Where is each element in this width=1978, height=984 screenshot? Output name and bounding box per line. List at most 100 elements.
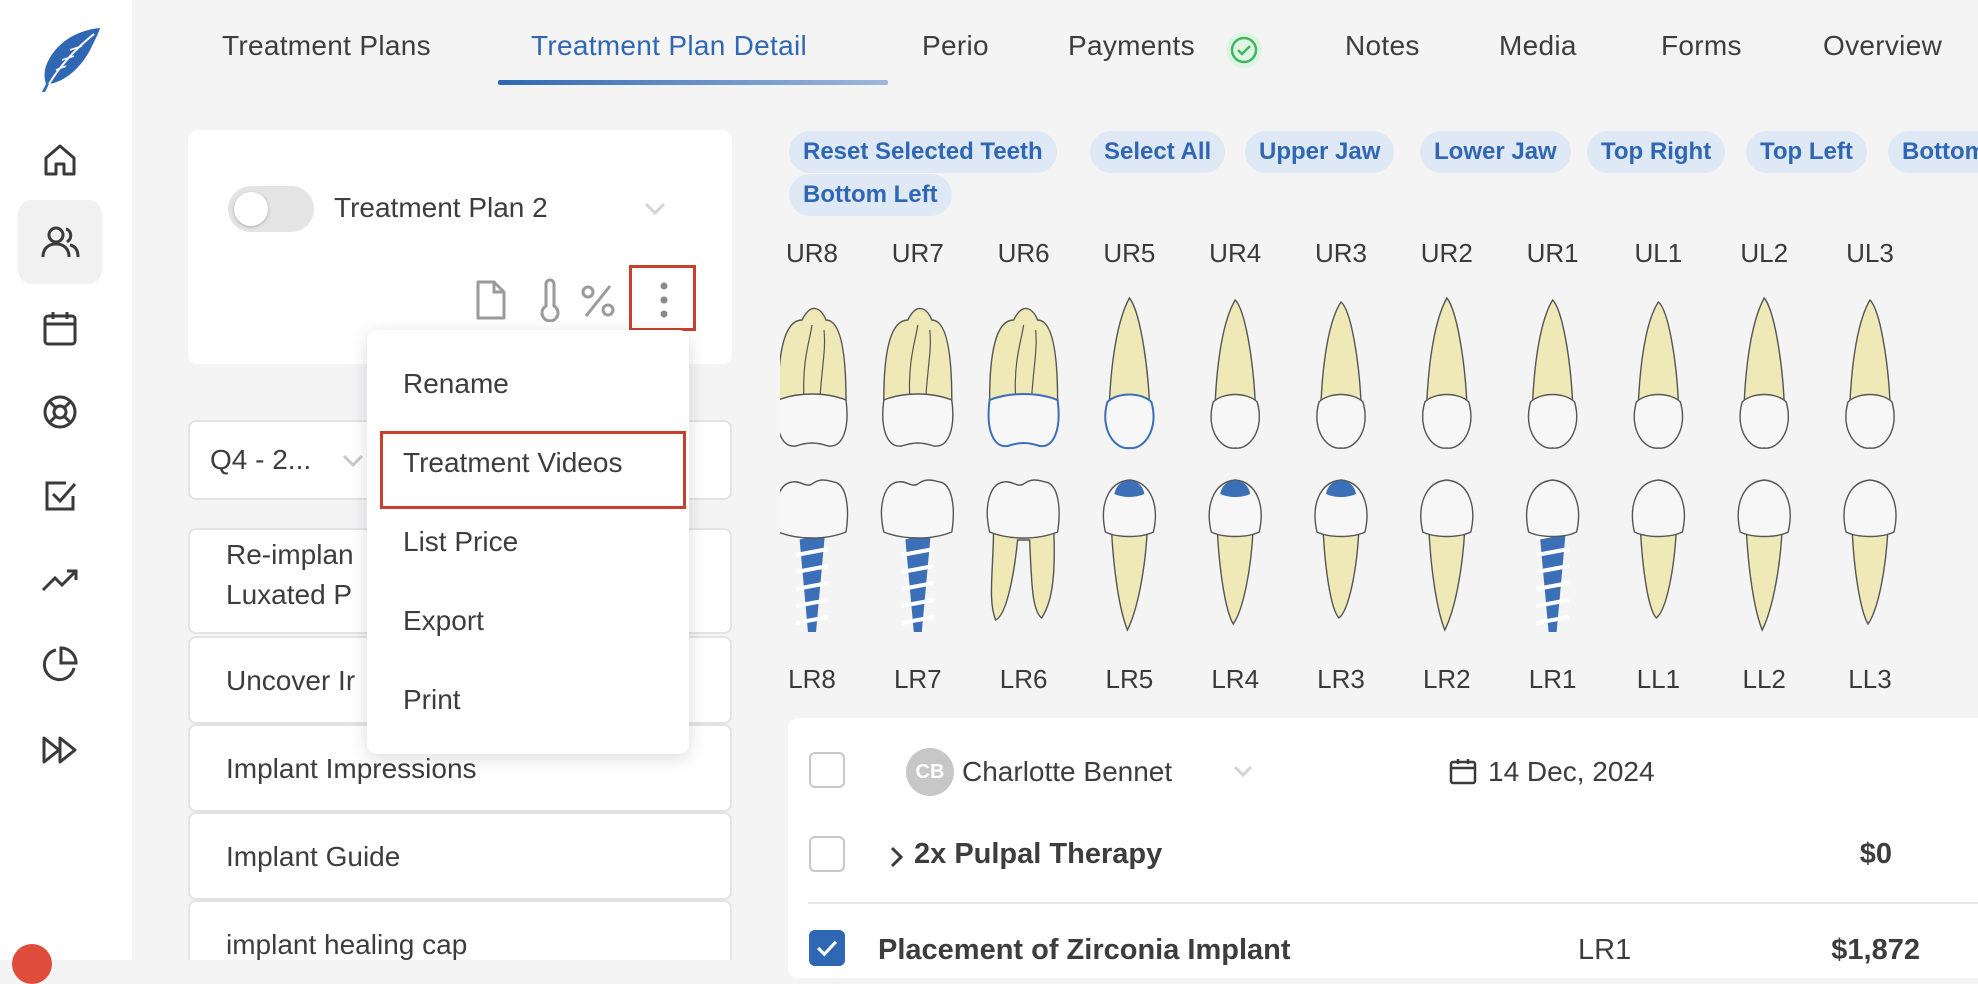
procedure-item[interactable]: implant healing cap <box>188 900 732 960</box>
tooth-ur8[interactable] <box>780 307 848 447</box>
row-divider <box>808 902 1978 904</box>
plan-name[interactable]: Treatment Plan 2 <box>334 192 548 224</box>
tooth-ul1[interactable] <box>1633 300 1684 449</box>
tooth-label-lr1[interactable]: LR1 <box>1508 664 1598 695</box>
tab-perio[interactable]: Perio <box>922 30 989 62</box>
feather-logo-icon[interactable] <box>36 26 104 94</box>
menu-item-export[interactable]: Export <box>403 605 484 637</box>
tooth-label-ur8[interactable]: UR8 <box>767 238 857 269</box>
document-icon[interactable] <box>470 278 510 322</box>
tooth-ul2[interactable] <box>1739 296 1789 449</box>
menu-item-list-price[interactable]: List Price <box>403 526 518 558</box>
tooth-ur3[interactable] <box>1316 300 1366 449</box>
tab-overview[interactable]: Overview <box>1823 30 1942 62</box>
row-checkbox[interactable] <box>809 836 845 872</box>
procedure-item[interactable]: Implant Guide <box>188 812 732 900</box>
chip-lower-jaw[interactable]: Lower Jaw <box>1420 131 1571 173</box>
calendar-icon <box>43 312 77 346</box>
menu-item-rename[interactable]: Rename <box>403 368 509 400</box>
procedure-price: $0 <box>1859 838 1892 870</box>
fast-forward-icon <box>42 736 77 764</box>
tooth-label-ll3[interactable]: LL3 <box>1825 664 1915 695</box>
tooth-label-ur2[interactable]: UR2 <box>1402 238 1492 269</box>
tooth-label-ur1[interactable]: UR1 <box>1508 238 1598 269</box>
tooth-ur5[interactable] <box>1104 296 1155 450</box>
tab-media[interactable]: Media <box>1499 30 1577 62</box>
calendar-icon[interactable] <box>1448 756 1478 786</box>
nav-analytics[interactable] <box>18 538 102 622</box>
tooth-label-lr5[interactable]: LR5 <box>1084 664 1174 695</box>
tooth-ur1[interactable] <box>1527 298 1578 449</box>
tooth-label-lr7[interactable]: LR7 <box>873 664 963 695</box>
tooth-label-ur4[interactable]: UR4 <box>1190 238 1280 269</box>
tooth-ur7[interactable] <box>882 307 954 447</box>
chip-select-all[interactable]: Select All <box>1090 131 1226 173</box>
tooth-label-ul1[interactable]: UL1 <box>1613 238 1703 269</box>
select-all-checkbox[interactable] <box>809 752 845 788</box>
tooth-lr2[interactable] <box>1420 479 1474 632</box>
nav-automation[interactable] <box>18 708 102 792</box>
nav-home[interactable] <box>18 118 102 202</box>
chip-upper-jaw[interactable]: Upper Jaw <box>1245 131 1395 173</box>
nav-support[interactable] <box>18 370 102 454</box>
tab-treatment-plan-detail[interactable]: Treatment Plan Detail <box>531 30 807 62</box>
tab-treatment-plans[interactable]: Treatment Plans <box>222 30 431 62</box>
tooth-ur2[interactable] <box>1422 296 1472 449</box>
tooth-ul3[interactable] <box>1845 298 1895 449</box>
tooth-chart[interactable] <box>780 270 1978 650</box>
tooth-ll1[interactable] <box>1631 479 1686 619</box>
tooth-label-ll2[interactable]: LL2 <box>1719 664 1809 695</box>
tooth-lr6[interactable] <box>986 479 1060 621</box>
provider-name[interactable]: Charlotte Bennet <box>962 756 1172 788</box>
tooth-label-ur5[interactable]: UR5 <box>1084 238 1174 269</box>
tooth-label-lr6[interactable]: LR6 <box>979 664 1069 695</box>
tooth-label-ul2[interactable]: UL2 <box>1719 238 1809 269</box>
tooth-label-ur3[interactable]: UR3 <box>1296 238 1386 269</box>
tooth-ll2[interactable] <box>1737 479 1791 632</box>
tooth-lr8[interactable] <box>780 479 849 632</box>
chevron-right-icon[interactable] <box>886 842 908 872</box>
chip-reset-selected-teeth[interactable]: Reset Selected Teeth <box>789 131 1057 173</box>
tooth-lr3[interactable] <box>1314 479 1368 619</box>
procedure-name[interactable]: Placement of Zirconia Implant <box>878 934 1291 967</box>
chip-top-right[interactable]: Top Right <box>1587 131 1726 173</box>
pie-chart-icon <box>42 646 78 682</box>
tooth-ll3[interactable] <box>1843 479 1897 626</box>
tooth-label-lr3[interactable]: LR3 <box>1296 664 1386 695</box>
menu-item-print[interactable]: Print <box>403 684 461 716</box>
tooth-ur6[interactable] <box>987 307 1060 448</box>
chevron-down-icon[interactable] <box>338 448 368 472</box>
notification-badge[interactable] <box>12 944 52 984</box>
plan-date[interactable]: 14 Dec, 2024 <box>1488 756 1655 788</box>
nav-tasks[interactable] <box>18 454 102 538</box>
chip-top-left[interactable]: Top Left <box>1746 131 1867 173</box>
tooth-label-ur6[interactable]: UR6 <box>979 238 1069 269</box>
tooth-label-lr2[interactable]: LR2 <box>1402 664 1492 695</box>
tab-notes[interactable]: Notes <box>1345 30 1420 62</box>
nav-reports[interactable] <box>18 622 102 706</box>
plan-toggle[interactable] <box>228 186 314 232</box>
nav-calendar[interactable] <box>18 286 102 370</box>
row-checkbox-checked[interactable] <box>809 930 845 966</box>
chevron-down-icon[interactable] <box>1230 760 1256 782</box>
tooth-lr4[interactable] <box>1208 479 1262 626</box>
tooth-label-lr4[interactable]: LR4 <box>1190 664 1280 695</box>
tooth-ur4[interactable] <box>1210 298 1260 449</box>
chip-bottom-left[interactable]: Bottom Left <box>789 174 952 216</box>
nav-patients[interactable] <box>18 200 102 284</box>
checkbox-icon <box>45 481 77 511</box>
chip-bottom[interactable]: Bottom <box>1888 131 1978 173</box>
thermometer-icon[interactable] <box>530 278 570 322</box>
tooth-lr7[interactable] <box>880 479 954 632</box>
tab-payments[interactable]: Payments <box>1068 30 1195 62</box>
tooth-label-ur7[interactable]: UR7 <box>873 238 963 269</box>
tooth-lr5[interactable] <box>1102 479 1157 632</box>
tooth-label-lr8[interactable]: LR8 <box>767 664 857 695</box>
tab-forms[interactable]: Forms <box>1661 30 1742 62</box>
procedure-name[interactable]: 2x Pulpal Therapy <box>914 838 1162 871</box>
tooth-label-ul3[interactable]: UL3 <box>1825 238 1915 269</box>
tooth-lr1[interactable] <box>1525 479 1580 632</box>
chevron-down-icon[interactable] <box>640 196 670 220</box>
percent-icon[interactable] <box>578 278 618 322</box>
tooth-label-ll1[interactable]: LL1 <box>1613 664 1703 695</box>
